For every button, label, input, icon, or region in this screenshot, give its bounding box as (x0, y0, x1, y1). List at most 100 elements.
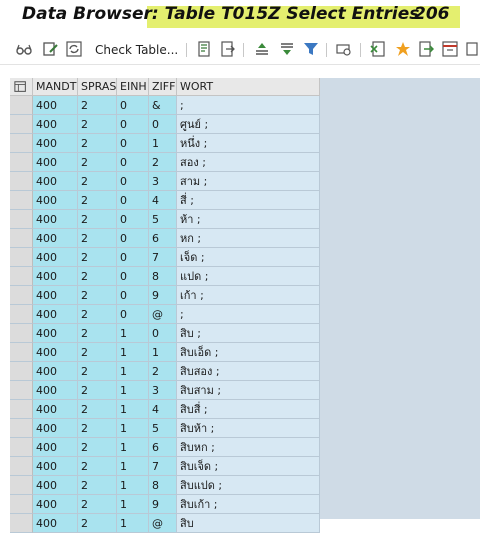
column-header-spras[interactable]: SPRAS (78, 78, 117, 96)
column-header-ziff[interactable]: ZIFF (149, 78, 177, 96)
cell-wort[interactable]: สิบ ; (177, 324, 320, 343)
row-selector[interactable] (10, 495, 33, 514)
cell-wort[interactable]: ห้า ; (177, 210, 320, 229)
cell-einh[interactable]: 0 (117, 229, 149, 248)
row-selector[interactable] (10, 115, 33, 134)
refresh-icon[interactable] (66, 41, 82, 57)
cell-spras[interactable]: 2 (78, 324, 117, 343)
export-icon[interactable] (418, 41, 434, 57)
table-row[interactable]: 400 2 0 6 หก ; (10, 229, 320, 248)
table-row[interactable]: 400 2 0 8 แปด ; (10, 267, 320, 286)
cell-einh[interactable]: 0 (117, 134, 149, 153)
print-preview-icon[interactable] (336, 41, 352, 57)
cell-einh[interactable]: 0 (117, 96, 149, 115)
cell-mandt[interactable]: 400 (33, 457, 78, 476)
cell-einh[interactable]: 0 (117, 115, 149, 134)
cell-mandt[interactable]: 400 (33, 381, 78, 400)
row-selector[interactable] (10, 191, 33, 210)
cell-mandt[interactable]: 400 (33, 172, 78, 191)
cell-spras[interactable]: 2 (78, 419, 117, 438)
cell-einh[interactable]: 1 (117, 400, 149, 419)
table-row[interactable]: 400 2 1 2 สิบสอง ; (10, 362, 320, 381)
table-row[interactable]: 400 2 0 4 สี่ ; (10, 191, 320, 210)
cell-einh[interactable]: 0 (117, 286, 149, 305)
cell-wort[interactable]: สิบเก้า ; (177, 495, 320, 514)
select-all-button[interactable] (10, 78, 33, 96)
cell-ziff[interactable]: 1 (149, 343, 177, 362)
row-selector[interactable] (10, 343, 33, 362)
cell-einh[interactable]: 1 (117, 476, 149, 495)
cell-einh[interactable]: 1 (117, 362, 149, 381)
column-header-einh[interactable]: EINH (117, 78, 149, 96)
sort-descending-icon[interactable] (279, 41, 295, 57)
cell-mandt[interactable]: 400 (33, 229, 78, 248)
cell-ziff[interactable]: 4 (149, 191, 177, 210)
cell-spras[interactable]: 2 (78, 191, 117, 210)
cell-einh[interactable]: 0 (117, 191, 149, 210)
cell-einh[interactable]: 1 (117, 438, 149, 457)
cell-wort[interactable]: ศูนย์ ; (177, 115, 320, 134)
cell-wort[interactable]: เก้า ; (177, 286, 320, 305)
table-row[interactable]: 400 2 0 3 สาม ; (10, 172, 320, 191)
table-row[interactable]: 400 2 0 @; (10, 305, 320, 324)
cell-wort[interactable]: หก ; (177, 229, 320, 248)
cell-mandt[interactable]: 400 (33, 324, 78, 343)
table-row[interactable]: 400 2 0 9 เก้า ; (10, 286, 320, 305)
table-row[interactable]: 400 2 1 4 สิบสี่ ; (10, 400, 320, 419)
cell-ziff[interactable]: 9 (149, 495, 177, 514)
cell-mandt[interactable]: 400 (33, 115, 78, 134)
cell-ziff[interactable]: 5 (149, 210, 177, 229)
table-row[interactable]: 400 2 1 7 สิบเจ็ด ; (10, 457, 320, 476)
cell-einh[interactable]: 1 (117, 495, 149, 514)
cell-mandt[interactable]: 400 (33, 438, 78, 457)
sort-ascending-icon[interactable] (254, 41, 270, 57)
cell-wort[interactable]: สิบสาม ; (177, 381, 320, 400)
cell-ziff[interactable]: 6 (149, 229, 177, 248)
cell-wort[interactable]: สอง ; (177, 153, 320, 172)
more-icon[interactable] (466, 41, 480, 57)
table-row[interactable]: 400 2 1 5 สิบห้า ; (10, 419, 320, 438)
table-row[interactable]: 400 2 1 3 สิบสาม ; (10, 381, 320, 400)
cell-ziff[interactable]: & (149, 96, 177, 115)
cell-ziff[interactable]: 7 (149, 457, 177, 476)
row-selector[interactable] (10, 305, 33, 324)
cell-wort[interactable]: แปด ; (177, 267, 320, 286)
row-selector[interactable] (10, 210, 33, 229)
cell-spras[interactable]: 2 (78, 267, 117, 286)
cell-wort[interactable]: สิบเอ็ด ; (177, 343, 320, 362)
row-selector[interactable] (10, 134, 33, 153)
row-selector[interactable] (10, 96, 33, 115)
cell-ziff[interactable]: 4 (149, 400, 177, 419)
cell-spras[interactable]: 2 (78, 96, 117, 115)
row-selector[interactable] (10, 267, 33, 286)
cell-spras[interactable]: 2 (78, 514, 117, 533)
cell-mandt[interactable]: 400 (33, 305, 78, 324)
cell-spras[interactable]: 2 (78, 248, 117, 267)
table-row[interactable]: 400 2 0 7 เจ็ด ; (10, 248, 320, 267)
cell-ziff[interactable]: 2 (149, 153, 177, 172)
cell-wort[interactable]: สิบห้า ; (177, 419, 320, 438)
cell-einh[interactable]: 0 (117, 305, 149, 324)
cell-ziff[interactable]: 6 (149, 438, 177, 457)
cell-mandt[interactable]: 400 (33, 286, 78, 305)
row-selector[interactable] (10, 514, 33, 533)
layout-icon[interactable] (442, 41, 458, 57)
cell-spras[interactable]: 2 (78, 305, 117, 324)
row-selector[interactable] (10, 438, 33, 457)
row-selector[interactable] (10, 476, 33, 495)
cell-wort[interactable]: เจ็ด ; (177, 248, 320, 267)
table-row[interactable]: 400 2 1 6 สิบหก ; (10, 438, 320, 457)
cell-ziff[interactable]: 8 (149, 476, 177, 495)
cell-einh[interactable]: 1 (117, 343, 149, 362)
cell-einh[interactable]: 1 (117, 381, 149, 400)
cell-ziff[interactable]: 5 (149, 419, 177, 438)
cell-einh[interactable]: 0 (117, 172, 149, 191)
cell-ziff[interactable]: 9 (149, 286, 177, 305)
cell-mandt[interactable]: 400 (33, 191, 78, 210)
cell-einh[interactable]: 1 (117, 419, 149, 438)
doc-arrow-icon[interactable] (220, 41, 236, 57)
cell-wort[interactable]: ; (177, 96, 320, 115)
cell-ziff[interactable]: 7 (149, 248, 177, 267)
cell-spras[interactable]: 2 (78, 438, 117, 457)
detail-doc-icon[interactable] (197, 41, 213, 57)
